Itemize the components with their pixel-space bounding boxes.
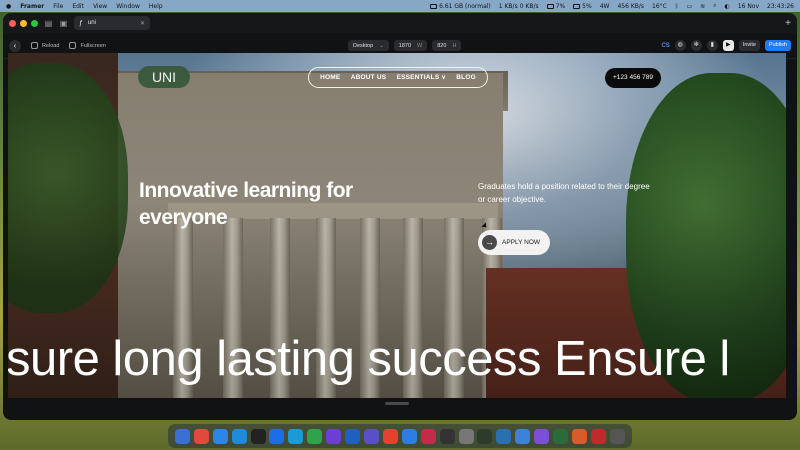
music-icon[interactable] bbox=[420, 428, 436, 444]
site-nav: HOME ABOUT US ESSENTIALS ∨ BLOG bbox=[308, 67, 488, 88]
fullscreen-icon bbox=[69, 42, 77, 49]
launchpad-icon[interactable] bbox=[193, 428, 209, 444]
right-toolbar: CS ◍ ✻ ▮ ▶ Invite Publish bbox=[661, 40, 791, 51]
menu-file[interactable]: File bbox=[53, 3, 63, 10]
status-power[interactable]: 4W bbox=[600, 3, 610, 10]
menu-view[interactable]: View bbox=[93, 3, 107, 10]
status-io[interactable]: 456 KB/s bbox=[617, 3, 644, 10]
maximize-window-button[interactable] bbox=[31, 19, 38, 27]
menu-app-name[interactable]: Framer bbox=[20, 3, 44, 10]
close-tab-icon[interactable]: ✕ bbox=[140, 20, 145, 27]
apply-now-button[interactable]: → APPLY NOW bbox=[478, 230, 550, 255]
bluetooth-icon[interactable]: ᛒ bbox=[675, 3, 679, 10]
nav-about[interactable]: ABOUT US bbox=[351, 74, 387, 81]
pen-icon[interactable] bbox=[382, 428, 398, 444]
chrome-icon[interactable] bbox=[307, 428, 323, 444]
xcode-icon[interactable] bbox=[515, 428, 531, 444]
settings-icon[interactable]: ✻ bbox=[690, 40, 702, 51]
activity-monitor-icon[interactable] bbox=[477, 428, 493, 444]
chevron-down-icon: ∨ bbox=[441, 75, 446, 81]
arc-icon[interactable] bbox=[326, 428, 342, 444]
mail-icon[interactable] bbox=[401, 428, 417, 444]
tab-title: uni bbox=[87, 20, 96, 26]
nav-essentials[interactable]: ESSENTIALS ∨ bbox=[397, 74, 446, 81]
status-temp[interactable]: 16°C bbox=[652, 3, 667, 10]
gpu-icon bbox=[573, 3, 581, 9]
nav-home[interactable]: HOME bbox=[320, 74, 340, 81]
status-network[interactable]: 1 KB/s 0 KB/s bbox=[499, 3, 539, 10]
wifi-icon[interactable]: ≋ bbox=[700, 3, 705, 10]
device-select[interactable]: Desktop ⌄ bbox=[348, 40, 389, 51]
phone-button[interactable]: +123 456 789 bbox=[605, 68, 661, 88]
tab-uni[interactable]: ƒ uni ✕ bbox=[74, 16, 150, 30]
edge-icon[interactable] bbox=[288, 428, 304, 444]
vscode-icon[interactable] bbox=[231, 428, 247, 444]
menu-edit[interactable]: Edit bbox=[72, 3, 84, 10]
trash-icon[interactable] bbox=[609, 428, 625, 444]
net-up: 1 KB/s bbox=[498, 2, 518, 10]
status-gpu[interactable]: 5% bbox=[573, 3, 592, 10]
hero-title: Innovative learning for everyone bbox=[139, 179, 353, 229]
globe-icon[interactable]: ◍ bbox=[674, 40, 686, 51]
minimize-window-button[interactable] bbox=[20, 19, 27, 27]
video-icon[interactable] bbox=[439, 428, 455, 444]
framer-icon[interactable] bbox=[269, 428, 285, 444]
terminal-icon[interactable] bbox=[250, 428, 266, 444]
height-input[interactable]: 820 H bbox=[432, 40, 462, 51]
apple-icon[interactable]: ● bbox=[6, 3, 11, 10]
finder-icon[interactable] bbox=[174, 428, 190, 444]
chevron-down-icon: ⌄ bbox=[379, 42, 384, 49]
site-logo[interactable]: UNI bbox=[138, 66, 190, 88]
reload-icon bbox=[31, 42, 38, 49]
close-window-button[interactable] bbox=[9, 19, 16, 27]
search-icon[interactable]: ⌕ bbox=[713, 2, 716, 10]
podcasts-icon[interactable] bbox=[534, 428, 550, 444]
battery-icon[interactable]: ▭ bbox=[686, 3, 692, 10]
width-input[interactable]: 1870 W bbox=[393, 40, 428, 51]
menu-help[interactable]: Help bbox=[149, 3, 163, 10]
home-icon[interactable]: ▣ bbox=[59, 19, 68, 28]
control-center-icon[interactable]: ◐ bbox=[725, 3, 730, 10]
traffic-lights bbox=[9, 19, 38, 27]
user-avatar[interactable]: CS bbox=[661, 43, 669, 49]
safari-icon[interactable] bbox=[212, 428, 228, 444]
app-icon[interactable] bbox=[553, 428, 569, 444]
marquee-text: sure long lasting success Ensure l bbox=[8, 332, 730, 386]
menu-window[interactable]: Window bbox=[116, 3, 140, 10]
nav-blog[interactable]: BLOG bbox=[456, 74, 476, 81]
memory-icon bbox=[430, 3, 438, 9]
status-time[interactable]: 23:43:26 bbox=[767, 3, 794, 10]
net-down: 0 KB/s bbox=[519, 2, 539, 10]
status-date[interactable]: 16 Nov bbox=[738, 3, 759, 10]
preview-icon[interactable] bbox=[496, 428, 512, 444]
menu-bar: ● Framer File Edit View Window Help 6.61… bbox=[0, 0, 800, 12]
apply-now-label: APPLY NOW bbox=[502, 239, 541, 246]
new-tab-button[interactable]: + bbox=[785, 18, 791, 29]
reload-button[interactable]: Reload bbox=[31, 42, 59, 49]
preview-play-button[interactable]: ▶ bbox=[722, 40, 734, 51]
title-bar: ▤ ▣ ƒ uni ✕ + bbox=[3, 13, 797, 33]
outlook-icon[interactable] bbox=[345, 428, 361, 444]
hero-subtitle: Graduates hold a position related to the… bbox=[478, 182, 650, 204]
dock bbox=[168, 424, 632, 448]
fullscreen-button[interactable]: Fullscreen bbox=[69, 42, 106, 49]
cpu-icon bbox=[546, 3, 554, 9]
back-button[interactable]: ‹ bbox=[9, 39, 21, 52]
framer-logo-icon: ƒ bbox=[79, 19, 83, 27]
resize-handle[interactable] bbox=[385, 402, 409, 405]
teams-icon[interactable] bbox=[363, 428, 379, 444]
invite-button[interactable]: Invite bbox=[738, 40, 760, 51]
system-settings-icon[interactable] bbox=[458, 428, 474, 444]
app-icon[interactable] bbox=[571, 428, 587, 444]
viewport-controls: Desktop ⌄ 1870 W 820 H bbox=[348, 40, 462, 51]
status-memory[interactable]: 6.61 GB (normal) bbox=[430, 3, 491, 10]
sidebar-toggle-icon[interactable]: ▤ bbox=[44, 19, 53, 28]
analytics-icon[interactable]: ▮ bbox=[706, 40, 718, 51]
arrow-right-icon: → bbox=[482, 235, 497, 250]
publish-button[interactable]: Publish bbox=[764, 40, 791, 51]
status-area: 6.61 GB (normal) 1 KB/s 0 KB/s 7% 5% 4W … bbox=[430, 2, 794, 10]
status-cpu[interactable]: 7% bbox=[546, 3, 565, 10]
website-preview[interactable]: UNI HOME ABOUT US ESSENTIALS ∨ BLOG +123 … bbox=[8, 53, 786, 398]
app-icon[interactable] bbox=[590, 428, 606, 444]
